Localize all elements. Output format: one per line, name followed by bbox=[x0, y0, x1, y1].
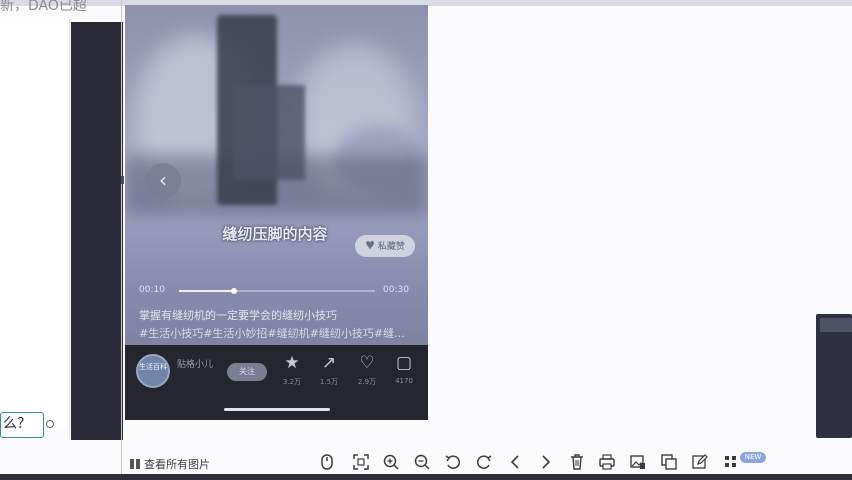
heart-outline-icon: ♡ bbox=[359, 353, 375, 373]
video-tags[interactable]: #生活小技巧#生活小妙招#缝纫机#缝纫小技巧#缝... bbox=[139, 325, 421, 341]
follow-button[interactable]: 关注 bbox=[227, 363, 267, 381]
zoom-in-icon bbox=[383, 454, 399, 470]
image-edit-button[interactable] bbox=[629, 454, 647, 472]
comment-icon: ▢ bbox=[395, 353, 413, 373]
rotate-right-icon bbox=[476, 455, 492, 469]
thumbnail-strip[interactable] bbox=[816, 314, 852, 438]
action-comment[interactable]: ▢ 4170 bbox=[390, 353, 418, 385]
chevron-right-icon bbox=[542, 455, 551, 469]
viewer-divider bbox=[121, 0, 122, 480]
print-button[interactable] bbox=[598, 454, 616, 472]
edit-button[interactable] bbox=[691, 454, 709, 472]
view-all-images-label: 查看所有图片 bbox=[144, 458, 210, 471]
video-frame[interactable]: ‹ 缝纫压脚的内容 ♥ 私藏赞 00:10 00:30 掌握有缝纫机的一定要学会… bbox=[125, 5, 428, 345]
rotate-right-button[interactable] bbox=[475, 454, 493, 472]
avatar-text: 生活百科 bbox=[139, 363, 167, 371]
back-button[interactable]: ‹ bbox=[145, 163, 181, 199]
copy-icon bbox=[661, 454, 677, 470]
view-all-images-button[interactable]: 查看所有图片 bbox=[130, 456, 210, 472]
copy-button[interactable] bbox=[660, 454, 678, 472]
home-indicator bbox=[224, 408, 330, 411]
total-time: 00:30 bbox=[383, 285, 409, 295]
avatar[interactable]: 生活百科 bbox=[136, 354, 170, 388]
share-icon: ↗ bbox=[321, 353, 337, 373]
action-share[interactable]: ↗ 1.5万 bbox=[315, 353, 343, 387]
current-time: 00:10 bbox=[139, 285, 165, 295]
video-description: 掌握有缝纫机的一定要学会的缝纫小技巧 bbox=[139, 309, 337, 322]
action-star[interactable]: ★ 3.2万 bbox=[278, 353, 306, 387]
previous-image-button[interactable] bbox=[506, 454, 524, 472]
new-badge: NEW bbox=[740, 452, 766, 463]
star-icon: ★ bbox=[284, 353, 300, 373]
collect-like-button[interactable]: ♥ 私藏赞 bbox=[355, 235, 415, 257]
fit-window-button[interactable] bbox=[352, 454, 370, 472]
zoom-out-icon bbox=[414, 454, 430, 470]
pencil-icon bbox=[692, 454, 708, 469]
heart-icon: ♥ bbox=[365, 239, 375, 252]
progress-knob[interactable] bbox=[230, 288, 237, 294]
apps-icon bbox=[725, 456, 736, 467]
video-preview: ‹ 缝纫压脚的内容 ♥ 私藏赞 00:10 00:30 掌握有缝纫机的一定要学会… bbox=[125, 5, 428, 420]
chevron-left-icon: ‹ bbox=[159, 168, 167, 192]
share-count: 1.5万 bbox=[319, 378, 339, 386]
apps-button[interactable] bbox=[722, 454, 740, 472]
comment-count: 4170 bbox=[395, 377, 413, 385]
panel-scroll-indicator[interactable] bbox=[121, 176, 124, 184]
background-title-fragment: 新，DAO已超 bbox=[0, 0, 87, 14]
printer-icon bbox=[599, 454, 615, 470]
background-panel-border bbox=[69, 18, 70, 438]
star-count: 3.2万 bbox=[282, 378, 302, 386]
question-bubble: 么？ bbox=[0, 412, 44, 438]
delete-button[interactable] bbox=[568, 454, 586, 472]
background-dark-strip bbox=[71, 22, 123, 440]
video-caption: 缝纫压脚的内容 bbox=[222, 225, 328, 243]
action-like[interactable]: ♡ 2.9万 bbox=[353, 353, 381, 387]
rotate-left-icon bbox=[445, 455, 461, 469]
zoom-in-button[interactable] bbox=[382, 454, 400, 472]
image-edit-icon bbox=[630, 455, 645, 469]
mouse-mode-button[interactable] bbox=[318, 454, 336, 472]
rotate-left-button[interactable] bbox=[444, 454, 462, 472]
mouse-icon bbox=[321, 454, 333, 470]
collect-like-label: 私藏赞 bbox=[377, 242, 405, 252]
next-image-button[interactable] bbox=[537, 454, 555, 472]
progress-fill bbox=[179, 290, 234, 292]
question-anchor-dot bbox=[46, 420, 54, 428]
fit-window-icon bbox=[353, 454, 369, 470]
background-left-panel bbox=[0, 18, 70, 428]
video-bottom-bar: 生活百科 贴格小儿 关注 ★ 3.2万 ↗ 1.5万 ♡ 2.9万 ▢ 4170 bbox=[125, 345, 428, 420]
user-name[interactable]: 贴格小儿 bbox=[177, 357, 213, 370]
trash-icon bbox=[571, 454, 583, 470]
thumbnail-item[interactable] bbox=[820, 318, 852, 332]
window-bottom-strip bbox=[0, 474, 852, 480]
zoom-out-button[interactable] bbox=[413, 454, 431, 472]
chevron-left-icon bbox=[510, 455, 519, 469]
progress-track[interactable] bbox=[179, 288, 375, 294]
image-viewer-toolbar: 查看所有图片 bbox=[0, 448, 852, 474]
like-count: 2.9万 bbox=[357, 378, 377, 386]
grid-icon bbox=[130, 459, 140, 469]
